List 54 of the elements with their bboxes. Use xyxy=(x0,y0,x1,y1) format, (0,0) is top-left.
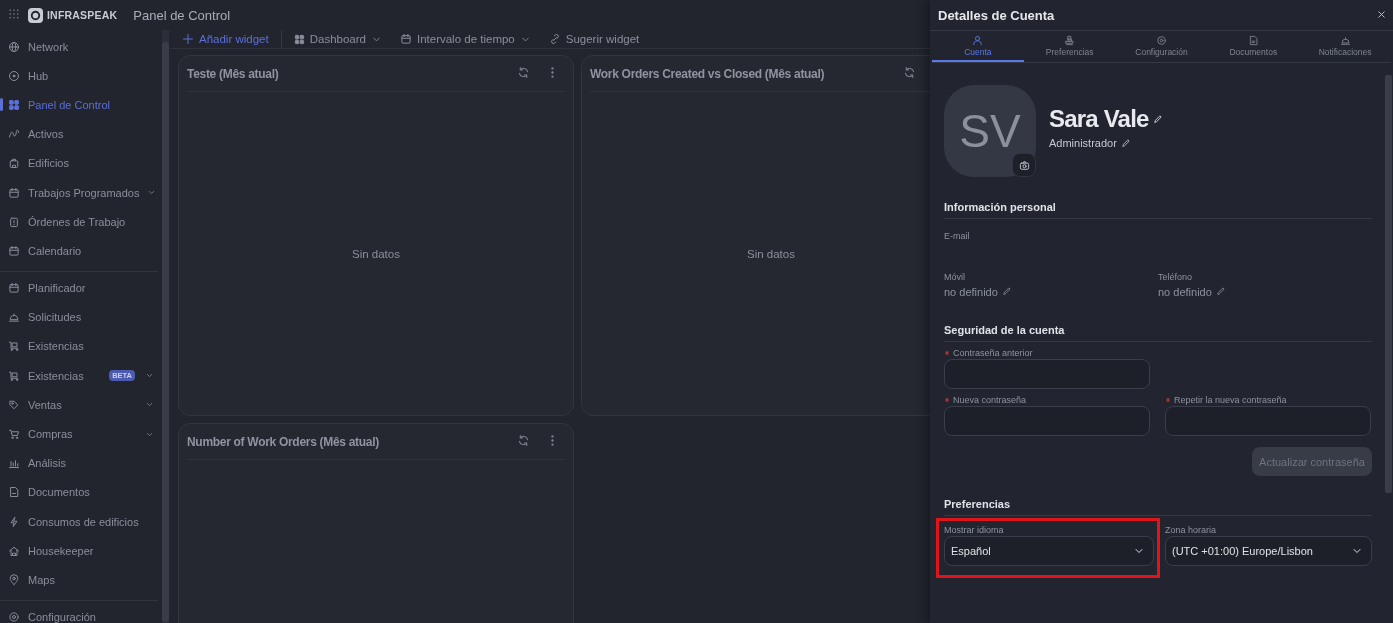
field-label: Nueva contraseña xyxy=(953,395,1027,405)
sidebar-item[interactable]: Documentos xyxy=(0,477,158,507)
field-label: Mostrar idioma xyxy=(944,525,1005,535)
brand-name: INFRASPEAK xyxy=(47,9,118,21)
sidebar-item[interactable]: Calendario xyxy=(0,236,158,266)
field-label: Repetir la nueva contraseña xyxy=(1174,395,1287,405)
field-label: Contraseña anterior xyxy=(953,348,1033,358)
tab[interactable]: Preferencias xyxy=(1023,31,1116,62)
sidebar-item[interactable]: Hub xyxy=(0,61,158,91)
sidebar-item[interactable]: Network xyxy=(0,32,158,62)
tab[interactable]: Configuración xyxy=(1115,31,1208,62)
sidebar-item[interactable]: Configuración xyxy=(0,602,158,623)
sidebar-item[interactable]: Trabajos Programados xyxy=(0,177,158,208)
toolbar-button[interactable]: Intervalo de tiempo xyxy=(399,33,531,45)
sidebar-item[interactable]: Activos xyxy=(0,119,158,149)
empty-message: Sin datos xyxy=(747,247,795,260)
field-label: Móvil xyxy=(944,272,966,282)
empty-message: Sin datos xyxy=(352,247,400,260)
field-value: no definido xyxy=(1158,286,1212,298)
sidebar-item[interactable]: Ventas xyxy=(0,390,158,420)
toolbar-button[interactable]: Añadir widget xyxy=(182,33,269,45)
toolbar-button[interactable]: Dashboard xyxy=(293,33,382,45)
page-title: Panel de Control xyxy=(133,7,231,23)
sidebar-item[interactable]: Edificios xyxy=(0,148,158,178)
field-label: E-mail xyxy=(944,231,971,241)
avatar-initials: SV xyxy=(959,104,1021,158)
sidebar-item[interactable]: Planificador xyxy=(0,273,158,303)
sidebar-item[interactable]: Análisis xyxy=(0,448,158,478)
select-field[interactable]: Español xyxy=(944,536,1154,566)
sidebar-item[interactable]: Maps xyxy=(0,565,158,595)
select-field[interactable]: (UTC +01:00) Europe/Lisbon xyxy=(1165,536,1372,566)
field-label: Teléfono xyxy=(1158,272,1194,282)
field-label: Zona horaria xyxy=(1165,525,1218,535)
toolbar-button[interactable]: Sugerir widget xyxy=(548,33,640,45)
sidebar-item[interactable]: Consumos de edificios xyxy=(0,507,158,537)
user-name: Sara Vale xyxy=(1049,105,1149,133)
tab[interactable]: Documentos xyxy=(1207,31,1300,62)
panel-title: Detalles de Cuenta xyxy=(938,7,1055,23)
sidebar-item[interactable]: Compras xyxy=(0,419,158,449)
section-heading: Seguridad de la cuenta xyxy=(944,324,1372,342)
tab[interactable]: Cuenta xyxy=(932,31,1024,62)
user-role: Administrador xyxy=(1049,137,1117,149)
section-heading: Preferencias xyxy=(944,498,1372,516)
field-value: no definido xyxy=(944,286,998,298)
tab[interactable]: Notificaciones xyxy=(1299,31,1391,62)
widget-title: Teste (Mês atual) xyxy=(187,66,280,81)
widget-title: Number of Work Orders (Mês atual) xyxy=(187,434,380,449)
sidebar-item[interactable]: Solicitudes xyxy=(0,302,158,332)
sidebar-item[interactable]: Panel de Control xyxy=(0,90,158,120)
sidebar-item[interactable]: Existencias xyxy=(0,331,158,362)
section-heading: Información personal xyxy=(944,201,1372,219)
sidebar-item[interactable]: Housekeeper xyxy=(0,536,158,566)
widget-title: Work Orders Created vs Closed (Mês atual) xyxy=(590,66,826,81)
sidebar-item[interactable]: Órdenes de Trabajo xyxy=(0,207,158,237)
